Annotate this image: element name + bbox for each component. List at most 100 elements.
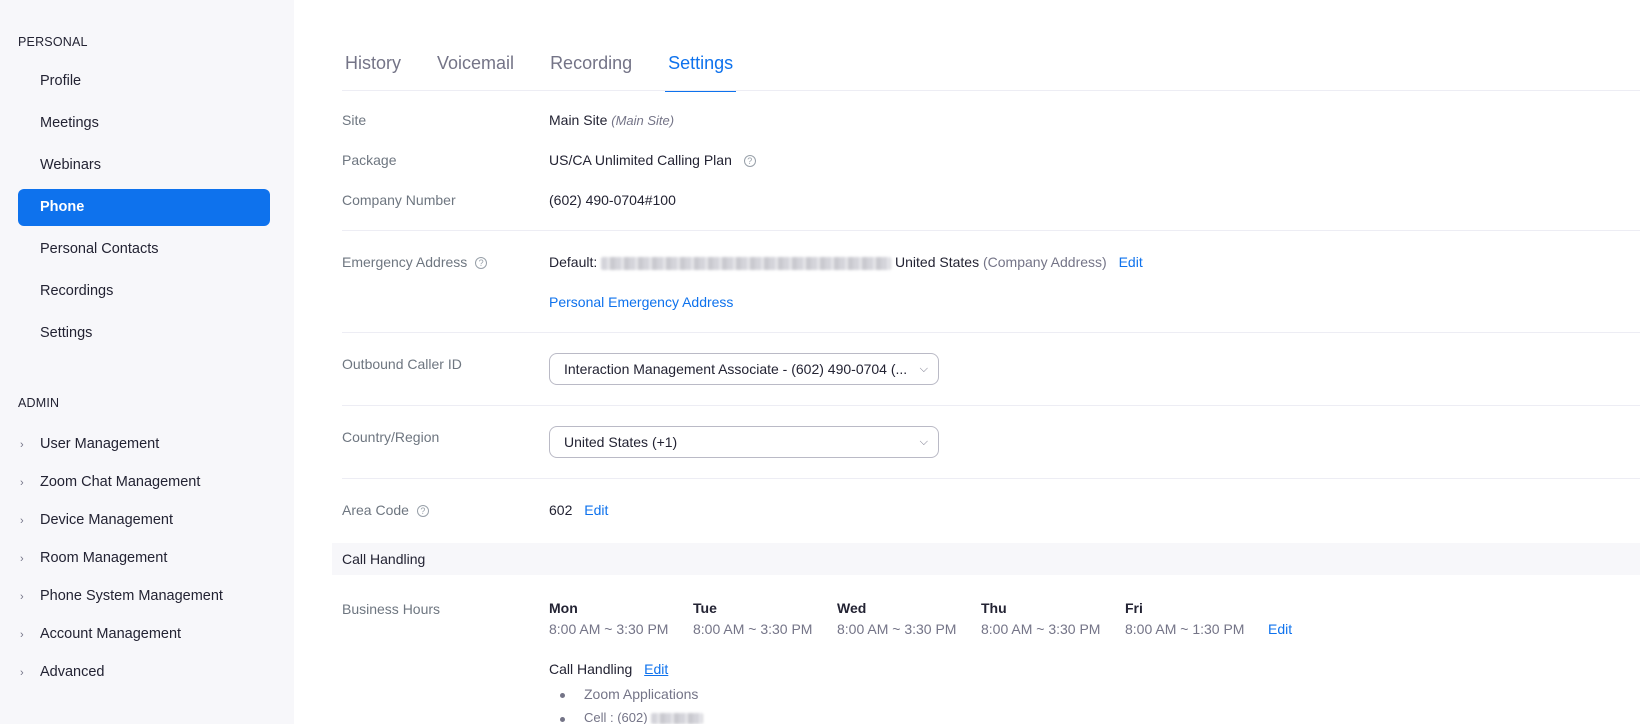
package-value: US/CA Unlimited Calling Plan ? [549,152,756,168]
outbound-caller-id-select[interactable]: Interaction Management Associate - (602)… [549,353,939,385]
day-name: Mon [549,600,578,616]
sidebar-item-label: Phone System Management [40,588,223,604]
chevron-right-icon: › [20,439,24,451]
emergency-address-label: Emergency Address ? [342,254,488,270]
chevron-down-icon: ⌵ [919,363,928,375]
sidebar-item-label: Device Management [40,512,173,528]
divider [342,478,1640,479]
sidebar-item-label: Advanced [40,664,105,680]
sidebar-item-meetings[interactable]: Meetings [18,105,270,142]
chevron-right-icon: › [20,515,24,527]
sidebar-item-label: Zoom Chat Management [40,474,201,490]
call-target-cell: Cell : (602) [584,710,648,724]
outbound-caller-id-value: Interaction Management Associate - (602)… [564,361,908,377]
emergency-country: United States [895,254,980,270]
call-handling-subheader: Call Handling Edit [549,661,668,677]
chevron-right-icon: › [20,553,24,565]
admin-section-label: ADMIN [18,396,60,410]
redacted-number [651,713,704,724]
sidebar-item-label: User Management [40,436,160,452]
tab-history[interactable]: History [342,50,404,92]
call-target-item: Cell : (602) [559,710,704,724]
day-name: Thu [981,600,1007,616]
divider [342,332,1640,333]
tab-settings[interactable]: Settings [665,50,737,92]
site-value: Main Site (Main Site) [549,112,674,128]
divider [342,230,1640,231]
area-code-label-text: Area Code [342,502,409,518]
divider [342,405,1640,406]
company-number-value: (602) 490-0704#100 [549,192,676,208]
chevron-right-icon: › [20,591,24,603]
chevron-right-icon: › [20,629,24,641]
sidebar-item-room-management[interactable]: › Room Management [18,543,167,573]
package-label: Package [342,152,397,168]
tab-voicemail[interactable]: Voicemail [434,50,517,92]
area-code-label: Area Code ? [342,502,429,518]
tabs-divider [342,90,1640,91]
help-icon[interactable]: ? [416,505,429,518]
sidebar-item-phone[interactable]: Phone [18,189,270,226]
help-icon[interactable]: ? [475,257,488,270]
emergency-address-label-text: Emergency Address [342,254,468,270]
sidebar-item-settings[interactable]: Settings [18,315,270,352]
business-day-wed: Wed 8:00 AM ~ 3:30 PM [837,600,956,637]
personal-emergency-address-link[interactable]: Personal Emergency Address [549,294,733,310]
business-day-fri: Fri 8:00 AM ~ 1:30 PM [1125,600,1244,637]
sidebar-item-webinars[interactable]: Webinars [18,147,270,184]
call-handling-edit-link[interactable]: Edit [644,661,668,677]
business-hours-label: Business Hours [342,601,441,617]
sidebar-item-advanced[interactable]: › Advanced [18,657,105,687]
day-hours: 8:00 AM ~ 3:30 PM [837,621,957,637]
country-region-select[interactable]: United States (+1) ⌵ [549,426,939,458]
phone-tabs: History Voicemail Recording Settings [342,50,766,92]
emergency-note: (Company Address) [982,254,1107,270]
day-hours: 8:00 AM ~ 3:30 PM [981,621,1101,637]
area-code-edit-link[interactable]: Edit [584,502,608,518]
business-day-thu: Thu 8:00 AM ~ 3:30 PM [981,600,1100,637]
day-name: Tue [693,600,717,616]
chevron-right-icon: › [20,667,24,679]
sidebar-item-zoom-chat-management[interactable]: › Zoom Chat Management [18,467,200,497]
sidebar-item-account-management[interactable]: › Account Management [18,619,181,649]
sidebar-item-recordings[interactable]: Recordings [18,273,270,310]
call-handling-section-title: Call Handling [342,551,426,567]
sidebar-item-device-management[interactable]: › Device Management [18,505,173,535]
day-name: Wed [837,600,867,616]
site-label: Site [342,112,367,128]
emergency-edit-link[interactable]: Edit [1119,254,1143,270]
day-name: Fri [1125,600,1143,616]
sidebar-item-user-management[interactable]: › User Management [18,429,159,459]
emergency-address-value: Default: United States (Company Address)… [549,254,1143,270]
sidebar-item-personal-contacts[interactable]: Personal Contacts [18,231,270,268]
outbound-caller-id-label: Outbound Caller ID [342,356,462,372]
sidebar-item-profile[interactable]: Profile [18,63,270,100]
sidebar-item-label: Room Management [40,550,168,566]
sidebar-item-phone-system-management[interactable]: › Phone System Management [18,581,223,611]
call-target-item: Zoom Applications [559,686,699,702]
country-region-value: United States (+1) [564,434,678,450]
company-number-label: Company Number [342,192,456,208]
country-region-label: Country/Region [342,429,440,445]
emergency-prefix: Default: [549,254,598,270]
business-day-tue: Tue 8:00 AM ~ 3:30 PM [693,600,812,637]
sidebar: PERSONAL Profile Meetings Webinars Phone… [0,0,294,724]
call-handling-subtitle: Call Handling [549,661,633,677]
area-code-value: 602 Edit [549,502,608,518]
package-name: US/CA Unlimited Calling Plan [549,152,732,168]
tab-recording[interactable]: Recording [547,50,635,92]
business-hours-edit-link[interactable]: Edit [1268,621,1292,637]
business-day-mon: Mon 8:00 AM ~ 3:30 PM [549,600,668,637]
site-name: Main Site [549,112,608,128]
day-hours: 8:00 AM ~ 3:30 PM [693,621,813,637]
call-handling-section-header: Call Handling [332,543,1640,575]
sidebar-item-label: Account Management [40,626,182,642]
help-icon[interactable]: ? [743,155,756,168]
site-note: (Main Site) [611,113,675,128]
main-content: History Voicemail Recording Settings Sit… [294,0,1640,724]
personal-section-label: PERSONAL [18,35,88,49]
day-hours: 8:00 AM ~ 3:30 PM [549,621,669,637]
chevron-down-icon: ⌵ [919,436,928,448]
day-hours: 8:00 AM ~ 1:30 PM [1125,621,1245,637]
chevron-right-icon: › [20,477,24,489]
